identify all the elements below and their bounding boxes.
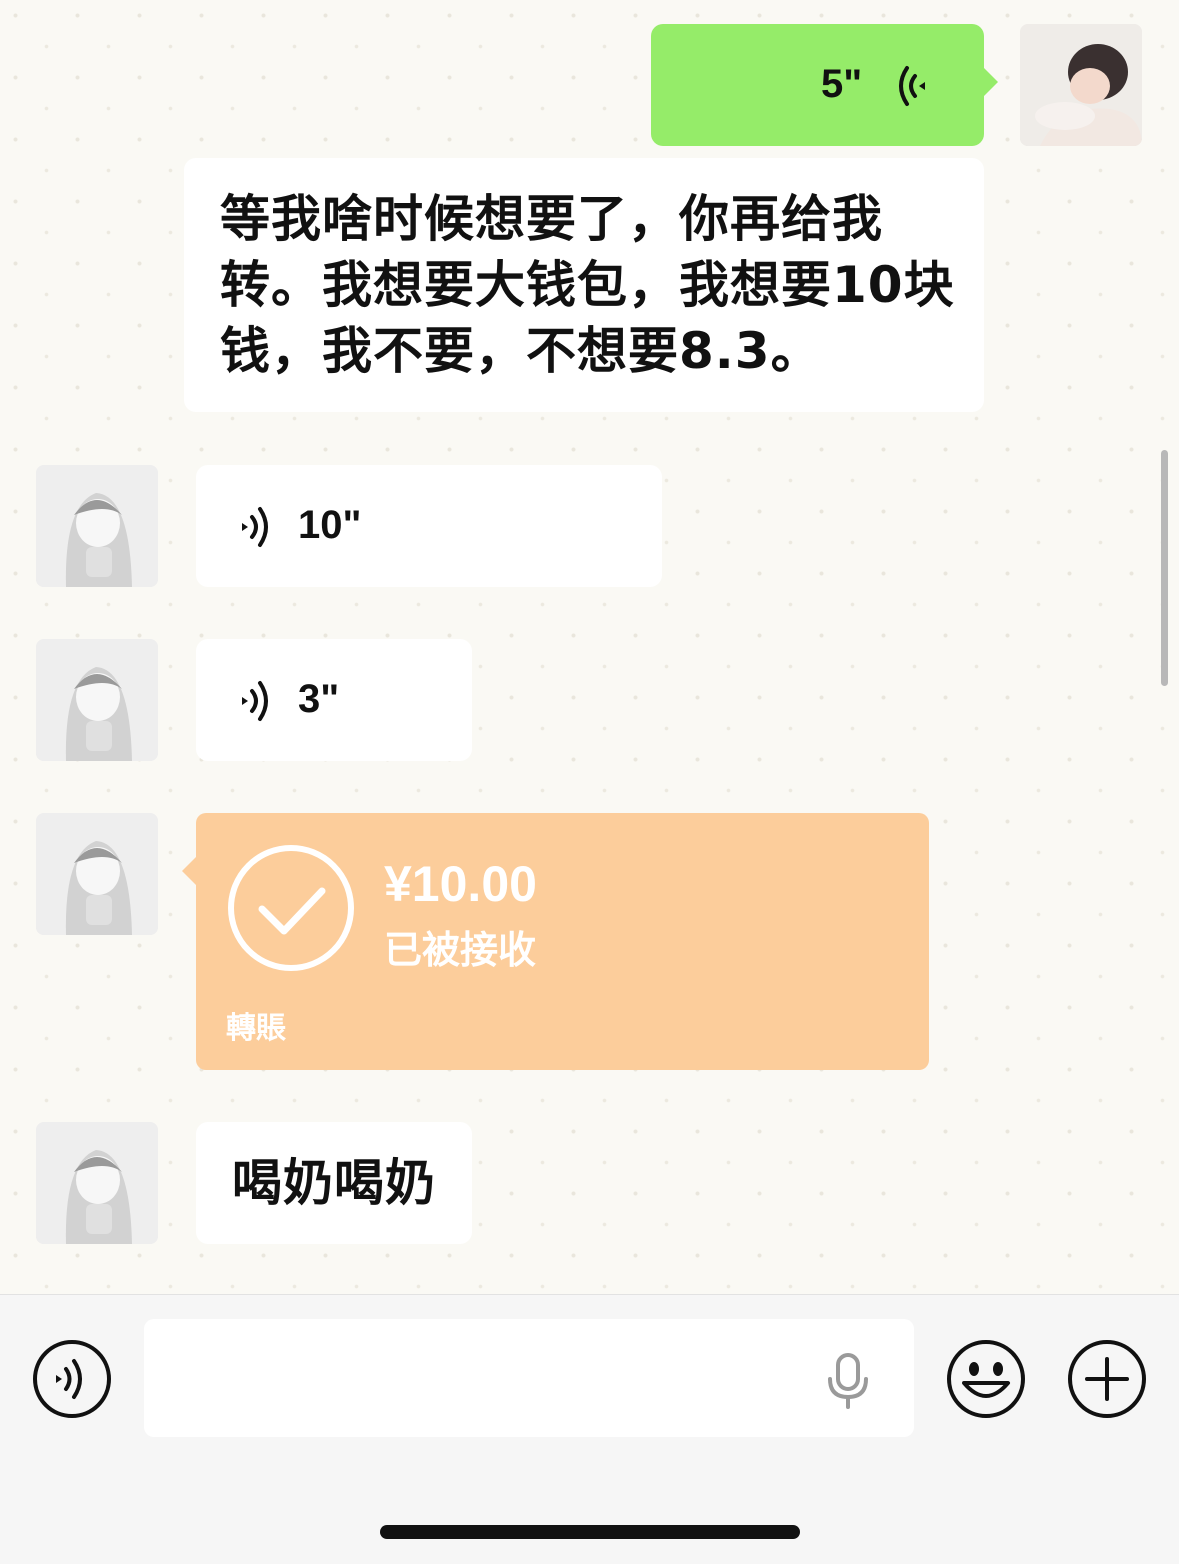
voice-wave-icon bbox=[899, 66, 925, 106]
voice-duration: 5" bbox=[821, 62, 863, 106]
bubble-tail bbox=[182, 857, 196, 885]
message-line-1: 等我啥时候想要了，你再给我 bbox=[220, 190, 883, 248]
contact-avatar[interactable] bbox=[36, 813, 158, 935]
contact-avatar[interactable] bbox=[36, 1122, 158, 1244]
bubble-tail bbox=[984, 68, 998, 96]
transfer-amount: ¥10.00 bbox=[384, 856, 537, 912]
message-text: 喝奶喝奶 bbox=[232, 1154, 436, 1212]
anime-avatar-image bbox=[36, 465, 158, 587]
voice-wave-icon bbox=[242, 681, 268, 721]
voice-duration: 3" bbox=[298, 677, 340, 721]
incoming-voice-bubble[interactable]: 3" bbox=[196, 639, 472, 761]
incoming-voice-bubble[interactable]: 10" bbox=[196, 465, 662, 587]
transfer-label: 轉賬 bbox=[226, 1011, 286, 1046]
transfer-status: 已被接收 bbox=[384, 928, 537, 972]
anime-avatar-image bbox=[36, 813, 158, 935]
input-bar bbox=[0, 1294, 1179, 1564]
incoming-text-bubble[interactable]: 等我啥时候想要了，你再给我 转。我想要大钱包，我想要10块 钱，我不要，不想要8… bbox=[184, 158, 984, 412]
message-input[interactable] bbox=[144, 1319, 914, 1437]
incoming-text-bubble[interactable]: 喝奶喝奶 bbox=[196, 1122, 472, 1244]
contact-avatar[interactable] bbox=[36, 639, 158, 761]
voice-mode-icon[interactable] bbox=[32, 1339, 112, 1419]
microphone-icon[interactable] bbox=[824, 1353, 872, 1409]
transfer-card[interactable]: ¥10.00 已被接收 轉賬 bbox=[182, 813, 929, 1070]
anime-avatar-image bbox=[36, 1122, 158, 1244]
outgoing-voice-bubble[interactable]: 5" bbox=[651, 24, 998, 146]
avatar-photo bbox=[1020, 24, 1142, 146]
my-avatar[interactable] bbox=[1020, 24, 1142, 146]
plus-icon[interactable] bbox=[1067, 1339, 1147, 1419]
contact-avatar[interactable] bbox=[36, 465, 158, 587]
voice-wave-icon bbox=[242, 507, 268, 547]
message-line-3: 钱，我不要，不想要8.3。 bbox=[220, 322, 822, 380]
anime-avatar-image bbox=[36, 639, 158, 761]
voice-duration: 10" bbox=[298, 503, 362, 547]
emoji-icon[interactable] bbox=[946, 1339, 1026, 1419]
home-indicator bbox=[380, 1525, 800, 1539]
check-circle-icon bbox=[228, 845, 354, 971]
message-line-2: 转。我想要大钱包，我想要10块 bbox=[220, 256, 955, 314]
scrollbar[interactable] bbox=[1161, 450, 1168, 686]
